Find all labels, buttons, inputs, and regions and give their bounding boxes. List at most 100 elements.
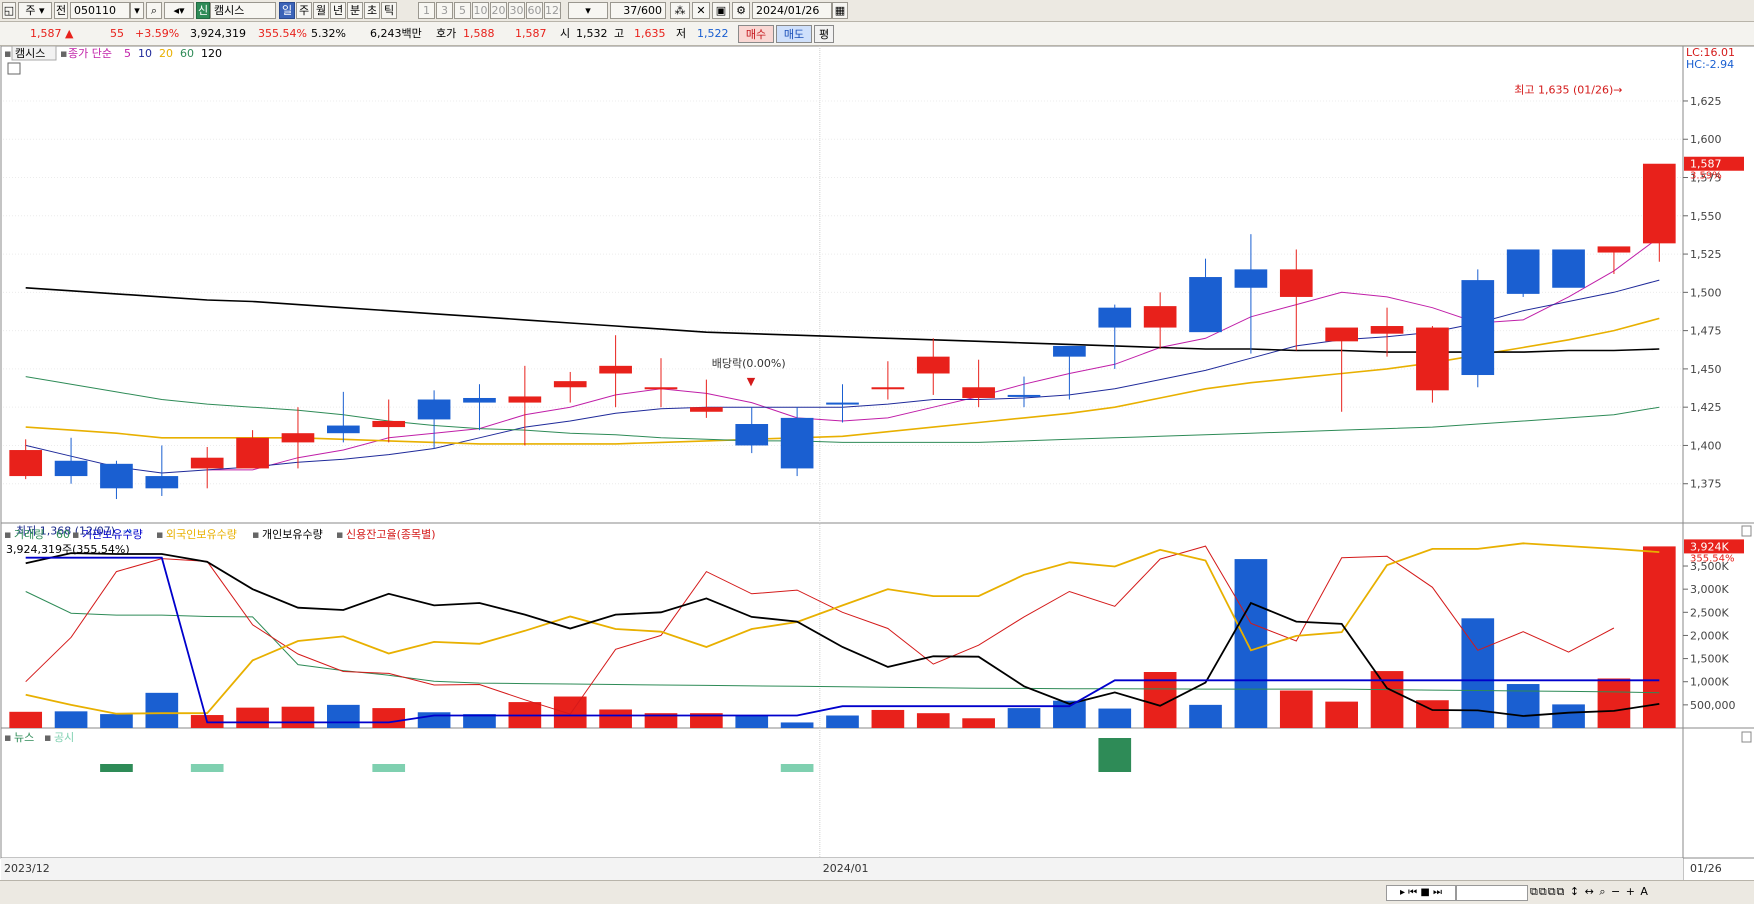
interval-button-120[interactable]: 120	[544, 2, 561, 19]
low-label: 저	[676, 27, 687, 40]
candle-body	[9, 450, 43, 477]
scroll-thumb[interactable]	[1456, 885, 1528, 901]
calendar-icon[interactable]: ▦	[832, 2, 848, 19]
save-icon[interactable]: ▣	[712, 2, 730, 19]
turnover-percent: 5.32%	[311, 27, 346, 40]
window-menu-icon[interactable]: ◱	[2, 2, 16, 19]
disclosure-marker	[190, 764, 224, 772]
candle-body	[690, 407, 723, 412]
interval-select[interactable]: ▾	[568, 2, 608, 19]
volume-bar	[1098, 708, 1132, 728]
ma-legend-5: 5	[124, 47, 131, 60]
period-button-6[interactable]: 초	[364, 2, 380, 19]
price-tick-label: 1,525	[1690, 248, 1722, 261]
ma-legend-60: 60	[180, 47, 194, 60]
news-marker	[100, 764, 133, 772]
ma-legend-20: 20	[159, 47, 173, 60]
bid-label: 호가	[436, 27, 457, 40]
period-button-4[interactable]: 년	[330, 2, 346, 19]
period-button-1[interactable]: 일	[279, 2, 295, 19]
zoom-controls[interactable]: ⧉⧉⧉⧉ ↕ ↔ ⌕ − + A	[1530, 884, 1752, 900]
interval-button-20[interactable]: 20	[490, 2, 507, 19]
disclosure-marker	[372, 764, 406, 772]
news-marker	[1098, 738, 1132, 772]
interval-button-60[interactable]: 60	[526, 2, 543, 19]
volume: 3,924,319	[190, 27, 246, 40]
period-button-3[interactable]: 월	[313, 2, 329, 19]
candle-body	[372, 420, 406, 428]
volume-legend-item: 기관보유수량	[82, 528, 143, 541]
indicator-icon[interactable]: ⁂	[670, 2, 690, 19]
buy-button[interactable]: 매수	[738, 25, 774, 43]
volume-bar	[1007, 708, 1041, 728]
legend-bullet-icon: ▪	[252, 528, 259, 541]
stock-name-input[interactable]: 캠시스	[210, 2, 276, 19]
interval-button-1[interactable]: 1	[418, 2, 435, 19]
interval-button-5[interactable]: 5	[454, 2, 471, 19]
volume-bar	[9, 711, 43, 728]
stock-chart[interactable]: 최고 1,635 (01/26) →최저 1,368 (12/07) →배당락(0.…	[0, 46, 1754, 880]
volume-bar	[1325, 701, 1358, 728]
date-axis: 2023/12 2024/01 01/26	[1, 858, 1722, 880]
volume-bar	[735, 715, 769, 728]
interval-button-30[interactable]: 30	[508, 2, 525, 19]
period-button-2[interactable]: 주	[296, 2, 312, 19]
bar-count-input[interactable]: 37/600	[610, 2, 666, 19]
open-price: 1,532	[576, 27, 608, 40]
candle-body	[1325, 327, 1358, 342]
interval-button-10[interactable]: 10	[472, 2, 489, 19]
volume-tick-label: 2,000K	[1690, 629, 1729, 642]
candle-body	[1416, 327, 1449, 391]
candle-body	[1143, 306, 1177, 328]
market-select-value: 주	[25, 4, 36, 17]
candle-body	[1053, 345, 1086, 357]
interval-button-3[interactable]: 3	[436, 2, 453, 19]
change-percent: +3.59%	[135, 27, 180, 40]
candle-body	[190, 457, 224, 469]
search-icon[interactable]: ⌕	[146, 2, 162, 19]
high-label: 고	[614, 27, 625, 40]
candle-body	[236, 437, 269, 469]
volume-bar	[1189, 704, 1222, 728]
sell-button[interactable]: 매도	[776, 25, 812, 43]
prefix-label: 전	[54, 2, 68, 19]
code-dropdown-icon[interactable]: ▾	[130, 2, 144, 19]
ma-title: 종가 단순	[68, 47, 112, 60]
candle-body	[417, 399, 451, 420]
trade-amount: 6,243백만	[370, 27, 422, 40]
gear-icon[interactable]: ⚙	[732, 2, 750, 19]
table-toggle-icon	[7, 62, 21, 75]
stock-code-input[interactable]: 050110	[70, 2, 130, 19]
evaluate-button[interactable]: 평	[814, 25, 834, 43]
legend-bullet-icon: ▪	[336, 528, 343, 541]
volume-tick-label: 2,500K	[1690, 606, 1729, 619]
price-tick-label: 1,400	[1690, 439, 1722, 452]
volume-legend-item: 거래량	[14, 528, 44, 541]
last-volume-ratio-label: 355.54%	[1690, 553, 1735, 564]
volume-bar	[281, 706, 315, 728]
playback-controls[interactable]: ▸ ⏮ ■ ⏭	[1386, 885, 1456, 901]
volume-bar	[1234, 559, 1268, 728]
volume-tick-label: 1,000K	[1690, 676, 1729, 689]
candle-body	[100, 463, 133, 489]
candle-body	[735, 424, 769, 446]
speaker-icon[interactable]: ◂▾	[164, 2, 194, 19]
crosshair-icon[interactable]: ✕	[692, 2, 710, 19]
price-tick-label: 1,600	[1690, 133, 1722, 146]
scroll-bar[interactable]: ▸ ⏮ ■ ⏭ ⧉⧉⧉⧉ ↕ ↔ ⌕ − + A	[0, 880, 1754, 904]
period-button-5[interactable]: 분	[347, 2, 363, 19]
volume-bar	[100, 714, 133, 728]
candle-body	[1461, 280, 1495, 376]
volume-tick-label: 3,000K	[1690, 583, 1729, 596]
volume-tick-label: 1,500K	[1690, 653, 1729, 666]
volume-legend-item: 60	[56, 528, 70, 541]
period-button-7[interactable]: 틱	[381, 2, 397, 19]
candle-body	[780, 417, 814, 469]
candle-body	[1370, 326, 1404, 334]
quote-bar: 1,587 ▲ 55 +3.59% 3,924,319 355.54% 5.32…	[0, 22, 1754, 46]
candle-body	[1098, 307, 1132, 328]
volume-bar	[826, 715, 859, 728]
market-select[interactable]: 주 ▾	[18, 2, 52, 19]
volume-bar	[236, 707, 269, 728]
date-input[interactable]: 2024/01/26	[752, 2, 832, 19]
